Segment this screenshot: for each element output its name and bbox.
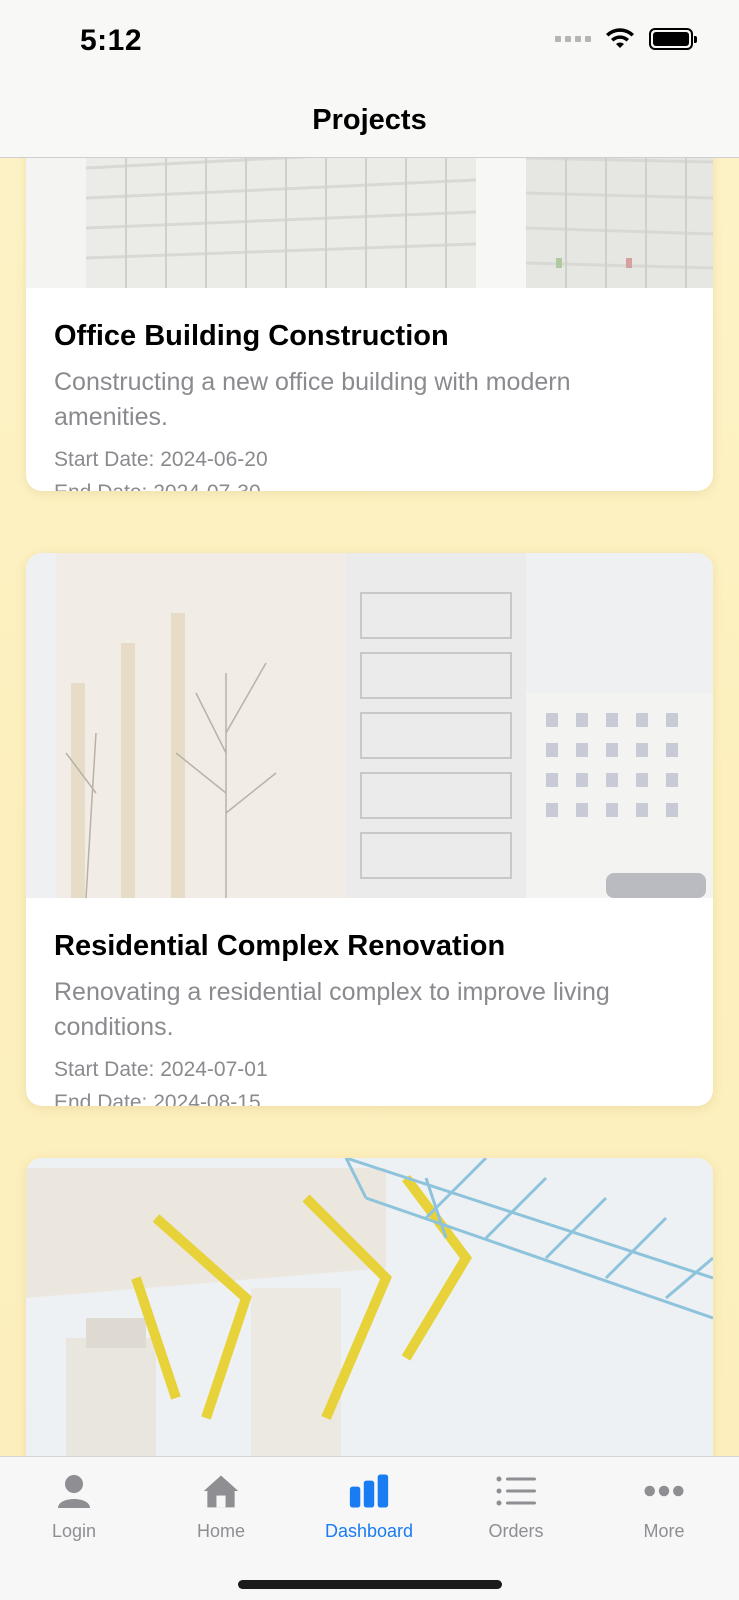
project-start-date: Start Date: 2024-06-20 <box>54 448 268 471</box>
page-title: Projects <box>312 104 427 136</box>
list-icon <box>496 1471 536 1511</box>
battery-icon <box>649 28 697 50</box>
project-card[interactable] <box>26 1158 713 1456</box>
project-image <box>26 1158 713 1456</box>
home-icon <box>201 1471 241 1511</box>
tab-bar: Login Home Dashboard Orders More <box>0 1456 739 1600</box>
project-end-date: End Date: 2024-08-15 <box>54 1091 261 1106</box>
project-title: Office Building Construction <box>54 320 449 352</box>
project-image <box>26 158 713 288</box>
project-card[interactable]: Office Building Construction Constructin… <box>26 158 713 491</box>
tab-dashboard[interactable]: Dashboard <box>299 1471 439 1542</box>
project-end-date: End Date: 2024-07-30 <box>54 476 685 491</box>
tab-orders[interactable]: Orders <box>446 1471 586 1542</box>
tab-label: Home <box>196 1521 245 1541</box>
tab-login[interactable]: Login <box>4 1471 144 1542</box>
more-icon <box>644 1471 684 1511</box>
project-card[interactable]: Residential Complex Renovation Renovatin… <box>26 553 713 1106</box>
wifi-icon <box>606 28 634 48</box>
cellular-signal-icon <box>555 36 591 42</box>
navigation-bar: Projects <box>0 84 739 158</box>
tab-more[interactable]: More <box>594 1471 734 1542</box>
status-time: 5:12 <box>80 24 143 57</box>
project-title: Residential Complex Renovation <box>54 930 506 962</box>
project-image <box>26 553 713 898</box>
project-description: Constructing a new office building with … <box>54 368 571 431</box>
bar-chart-icon <box>349 1471 389 1511</box>
home-indicator[interactable] <box>238 1580 502 1589</box>
tab-label: Login <box>51 1521 97 1541</box>
tab-label: Orders <box>488 1521 544 1541</box>
tab-label: Dashboard <box>324 1521 414 1541</box>
tab-label: More <box>643 1521 685 1541</box>
status-icons <box>555 28 697 50</box>
projects-list[interactable]: Office Building Construction Constructin… <box>0 158 739 1456</box>
status-bar: 5:12 <box>0 0 739 84</box>
project-description: Renovating a residential complex to impr… <box>54 978 610 1041</box>
person-icon <box>54 1471 94 1511</box>
project-start-date: Start Date: 2024-07-01 <box>54 1058 268 1081</box>
tab-home[interactable]: Home <box>151 1471 291 1542</box>
